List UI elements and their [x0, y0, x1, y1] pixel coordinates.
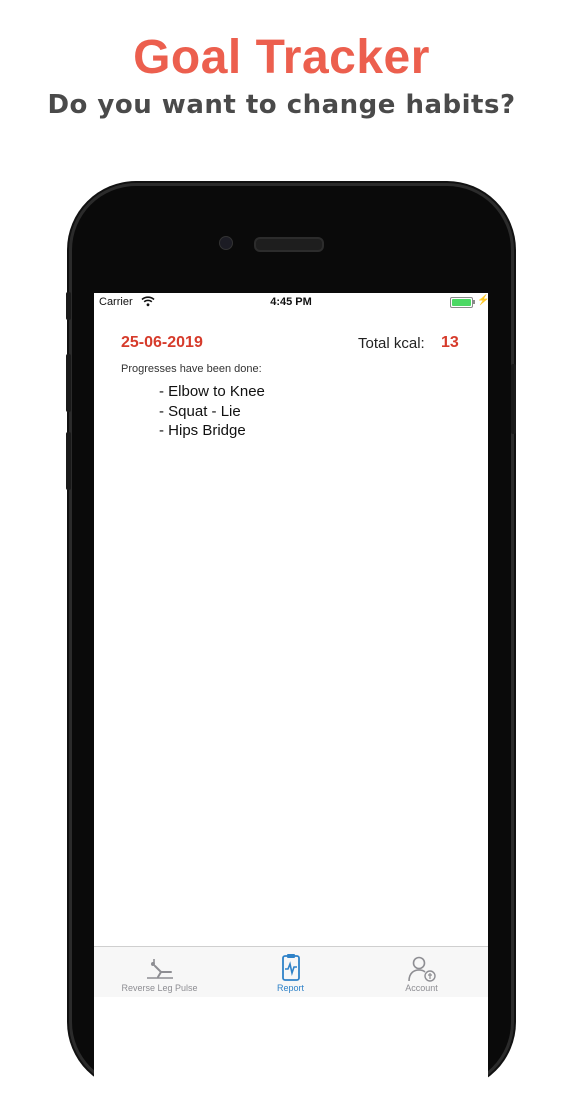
battery-tip	[473, 300, 475, 304]
status-time: 4:45 PM	[270, 296, 312, 308]
total-kcal-value: 13	[441, 334, 459, 351]
volume-up-button	[66, 354, 71, 412]
tab-report[interactable]: Report	[225, 947, 356, 997]
power-button	[511, 364, 516, 434]
exercise-item: - Hips Bridge	[159, 422, 246, 439]
exercise-item: - Elbow to Knee	[159, 383, 265, 400]
charging-bolt-icon: ⚡	[477, 295, 488, 306]
tab-label: Account	[405, 983, 438, 993]
tab-label: Reverse Leg Pulse	[121, 983, 198, 993]
tab-reverse-leg-pulse[interactable]: Reverse Leg Pulse	[94, 947, 225, 997]
promo-subtitle: Do you want to change habits?	[47, 90, 516, 120]
battery-icon	[450, 297, 473, 308]
tab-account[interactable]: Account	[356, 947, 487, 997]
front-camera	[219, 236, 233, 250]
promo-title: Goal Tracker	[133, 31, 430, 84]
phone-frame: Carrier 4:45 PM ⚡ 25-06-2019 Total kcal:…	[66, 186, 516, 1093]
mute-switch	[66, 292, 71, 320]
tab-label: Report	[276, 983, 304, 993]
tab-bar: Reverse Leg Pulse Report Account	[94, 946, 488, 997]
total-kcal-label: Total kcal:	[358, 335, 425, 352]
volume-down-button	[66, 432, 71, 490]
progress-label: Progresses have been done:	[121, 363, 262, 375]
report-date: 25-06-2019	[121, 334, 203, 351]
status-bar: Carrier 4:45 PM ⚡	[94, 293, 488, 311]
exercise-list: - Elbow to Knee - Squat - Lie - Hips Bri…	[159, 382, 265, 441]
exercise-item: - Squat - Lie	[159, 402, 241, 420]
phone-screen: Carrier 4:45 PM ⚡ 25-06-2019 Total kcal:…	[94, 293, 488, 1093]
report-icon	[281, 954, 300, 981]
exercise-icon	[146, 959, 173, 979]
earpiece-speaker	[254, 237, 324, 252]
account-icon	[407, 956, 436, 982]
